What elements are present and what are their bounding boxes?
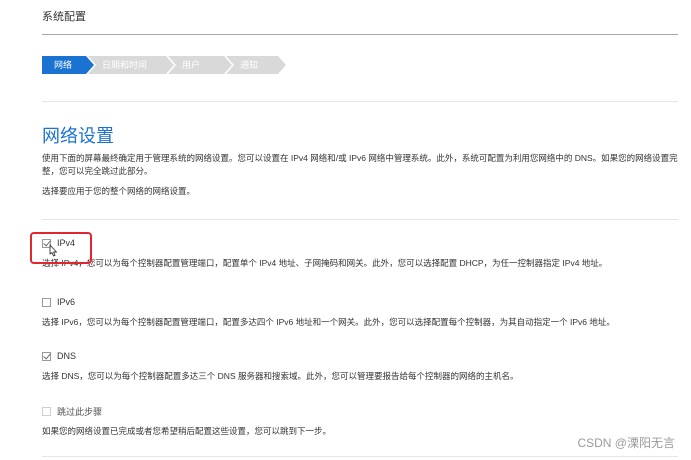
option-ipv6: IPv6 选择 IPv6，您可以为每个控制器配置管理端口，配置多达四个 IPv6… bbox=[42, 295, 615, 328]
step-date-time[interactable]: 日期和时间 bbox=[88, 56, 174, 74]
ipv6-description: 选择 IPv6，您可以为每个控制器配置管理端口，配置多达四个 IPv6 地址和一… bbox=[42, 317, 615, 327]
mouse-pointer-icon bbox=[49, 244, 57, 257]
dns-checkbox[interactable] bbox=[42, 351, 51, 361]
step-notifications[interactable]: 通知 bbox=[226, 56, 286, 74]
skip-label[interactable]: 跳过此步骤 bbox=[57, 405, 102, 418]
option-dns: DNS 选择 DNS，您可以为每个控制器配置多达三个 DNS 服务器和搜索域。此… bbox=[42, 349, 518, 382]
section-divider bbox=[42, 219, 678, 220]
section-description: 使用下面的屏幕最终确定用于管理系统的网络设置。您可以设置在 IPv4 网络和/或… bbox=[42, 153, 678, 176]
step-users[interactable]: 用户 bbox=[168, 56, 232, 74]
system-config-page: 系统配置 网络 日期和时间 用户 通知 网络设置 使用下面的屏幕最终确定用于管理… bbox=[0, 0, 691, 460]
choose-prompt: 选择要应用于您的整个网络的网络设置。 bbox=[42, 186, 196, 196]
ipv6-label[interactable]: IPv6 bbox=[57, 297, 75, 307]
skip-description: 如果您的网络设置已完成或者您希望稍后配置这些设置，您可以跳到下一步。 bbox=[42, 426, 332, 436]
dns-label[interactable]: DNS bbox=[57, 351, 76, 361]
wizard-steps: 网络 日期和时间 用户 通知 bbox=[42, 56, 280, 74]
watermark: CSDN @溧阳无言 bbox=[577, 436, 675, 450]
option-skip: 跳过此步骤 如果您的网络设置已完成或者您希望稍后配置这些设置，您可以跳到下一步。 bbox=[42, 404, 331, 437]
section-divider bbox=[42, 101, 678, 102]
ipv6-checkbox[interactable] bbox=[42, 297, 51, 307]
option-ipv4: IPv4 选择 IPv4，您可以为每个控制器配置管理端口，配置单个 IPv4 地… bbox=[42, 236, 607, 269]
step-network[interactable]: 网络 bbox=[42, 56, 94, 74]
dns-description: 选择 DNS，您可以为每个控制器配置多达三个 DNS 服务器和搜索域。此外，您可… bbox=[42, 371, 519, 381]
ipv4-description: 选择 IPv4，您可以为每个控制器配置管理端口，配置单个 IPv4 地址、子网掩… bbox=[42, 258, 608, 268]
skip-checkbox[interactable] bbox=[42, 406, 51, 416]
annotation-highlight-box bbox=[30, 232, 92, 264]
page-title: 系统配置 bbox=[42, 11, 86, 23]
bottom-divider bbox=[42, 456, 678, 457]
section-heading: 网络设置 bbox=[42, 126, 114, 146]
title-divider bbox=[42, 34, 678, 35]
